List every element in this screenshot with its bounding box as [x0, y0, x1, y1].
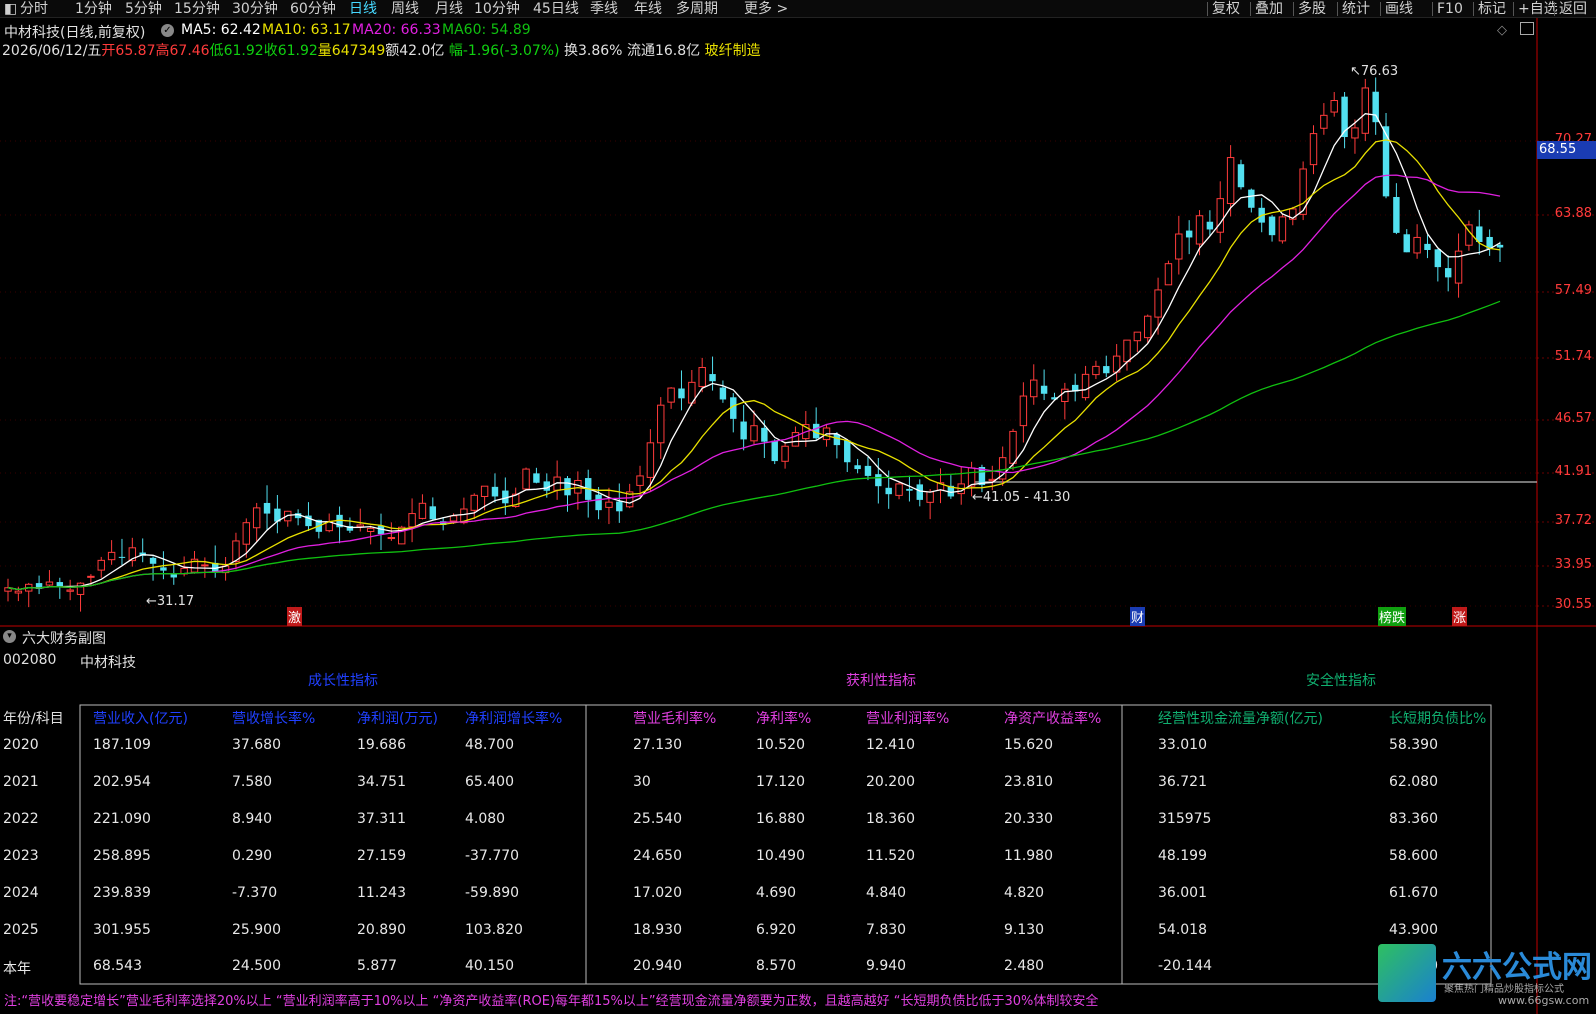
table-cell: 19.686	[357, 737, 406, 753]
table-cell: 4.690	[756, 885, 797, 901]
col-header-4: 营业毛利率%	[633, 711, 717, 727]
table-cell: -7.370	[232, 885, 278, 901]
row-year: 2024	[3, 885, 39, 901]
table-cell: 27.130	[633, 737, 682, 753]
col-header-3: 净利润增长率%	[465, 711, 563, 727]
table-cell: 20.330	[1004, 811, 1053, 827]
table-cell: 37.680	[232, 737, 281, 753]
col-header-5: 净利率%	[756, 711, 812, 727]
table-cell: 25.540	[633, 811, 682, 827]
row-year: 2023	[3, 848, 39, 864]
table-cell: 11.243	[357, 885, 406, 901]
table-cell: 301.955	[93, 922, 151, 938]
table-cell: 2.480	[1004, 958, 1045, 974]
table-cell: 11.520	[866, 848, 915, 864]
table-cell: -37.770	[465, 848, 520, 864]
table-cell: 48.199	[1158, 848, 1207, 864]
table-cell: 62.080	[1389, 774, 1438, 790]
table-cell: 4.840	[866, 885, 907, 901]
row-year: 2020	[3, 737, 39, 753]
table-cell: 20.940	[633, 958, 682, 974]
row-year: 本年	[3, 961, 31, 977]
site-logo: 六六公式网 聚焦热门精品炒股指标公式 www.66gsw.com	[1378, 942, 1596, 1014]
table-cell: 5.877	[357, 958, 398, 974]
table-cell: 9.940	[866, 958, 907, 974]
table-cell: 58.390	[1389, 737, 1438, 753]
col-header-8: 经营性现金流量净额(亿元)	[1158, 711, 1323, 727]
table-cell: 40.150	[465, 958, 514, 974]
row-year: 2021	[3, 774, 39, 790]
table-cell: 221.090	[93, 811, 151, 827]
table-cell: 23.810	[1004, 774, 1053, 790]
table-cell: 187.109	[93, 737, 151, 753]
table-cell: 37.311	[357, 811, 406, 827]
col-header-2: 净利润(万元)	[357, 711, 438, 727]
table-cell: 24.650	[633, 848, 682, 864]
table-cell: 54.018	[1158, 922, 1207, 938]
table-cell: 83.360	[1389, 811, 1438, 827]
table-cell: 202.954	[93, 774, 151, 790]
footnote: 注:“营收要稳定增长”营业毛利率选择20%以上 “营业利润率高于10%以上 “净…	[4, 994, 1099, 1009]
logo-icon	[1378, 944, 1436, 1002]
table-cell: 43.900	[1389, 922, 1438, 938]
col-header-6: 营业利润率%	[866, 711, 950, 727]
table-cell: 30	[633, 774, 651, 790]
table-cell: 33.010	[1158, 737, 1207, 753]
table-cell: -20.144	[1158, 958, 1213, 974]
col-header-9: 长短期负债比%	[1389, 711, 1487, 727]
table-cell: 18.360	[866, 811, 915, 827]
table-cell: 20.200	[866, 774, 915, 790]
col-header-0: 营业收入(亿元)	[93, 711, 188, 727]
table-cell: 17.120	[756, 774, 805, 790]
table-cell: 239.839	[93, 885, 151, 901]
table-cell: 20.890	[357, 922, 406, 938]
table-cell: 68.543	[93, 958, 142, 974]
table-cell: 48.700	[465, 737, 514, 753]
logo-tagline: 聚焦热门精品炒股指标公式	[1444, 984, 1564, 995]
table-cell: 24.500	[232, 958, 281, 974]
col-header-7: 净资产收益率%	[1004, 711, 1102, 727]
table-cell: 4.820	[1004, 885, 1045, 901]
table-cell: 36.721	[1158, 774, 1207, 790]
table-cell: 258.895	[93, 848, 151, 864]
table-cell: -59.890	[465, 885, 520, 901]
table-cell: 58.600	[1389, 848, 1438, 864]
table-cell: 65.400	[465, 774, 514, 790]
table-cell: 0.290	[232, 848, 273, 864]
table-cell: 7.580	[232, 774, 273, 790]
table-cell: 7.830	[866, 922, 907, 938]
table-cell: 103.820	[465, 922, 523, 938]
table-cell: 10.520	[756, 737, 805, 753]
table-cell: 25.900	[232, 922, 281, 938]
table-cell: 6.920	[756, 922, 797, 938]
table-cell: 34.751	[357, 774, 406, 790]
table-cell: 27.159	[357, 848, 406, 864]
table-cell: 18.930	[633, 922, 682, 938]
logo-url: www.66gsw.com	[1498, 994, 1590, 1007]
table-cell: 36.001	[1158, 885, 1207, 901]
table-cell: 10.490	[756, 848, 805, 864]
table-cell: 11.980	[1004, 848, 1053, 864]
table-cell: 15.620	[1004, 737, 1053, 753]
table-cell: 4.080	[465, 811, 506, 827]
row-year: 2025	[3, 922, 39, 938]
table-cell: 9.130	[1004, 922, 1045, 938]
table-cell: 17.020	[633, 885, 682, 901]
table-cell: 8.570	[756, 958, 797, 974]
table-cell: 12.410	[866, 737, 915, 753]
table-cell: 8.940	[232, 811, 273, 827]
col-header-1: 营收增长率%	[232, 711, 316, 727]
table-cell: 61.670	[1389, 885, 1438, 901]
table-cell: 315975	[1158, 811, 1212, 827]
table-cell: 16.880	[756, 811, 805, 827]
row-year: 2022	[3, 811, 39, 827]
